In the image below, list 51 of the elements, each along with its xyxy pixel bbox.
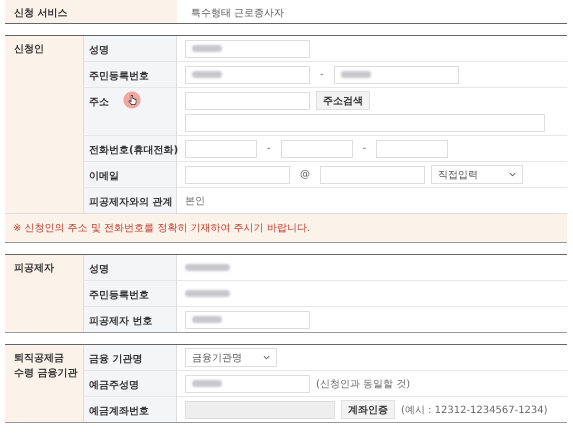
- field-label: 예금주성명: [83, 371, 177, 396]
- separator-text: -: [362, 143, 368, 154]
- input-field[interactable]: [185, 140, 257, 158]
- service-value: 특수형태 근로종사자: [190, 7, 284, 21]
- dropdown[interactable]: 직접입력: [431, 165, 523, 184]
- search-button[interactable]: 주소검색: [316, 91, 370, 110]
- input-field[interactable]: [185, 92, 310, 110]
- blurred-value: [192, 380, 222, 387]
- notice-text: ※ 신청인의 주소 및 전화번호를 정확히 기재하여 주시기 바랍니다.: [5, 213, 567, 242]
- field-label: 피공제자 번호: [83, 307, 177, 332]
- service-label: 신청 서비스: [5, 0, 177, 23]
- field-label: 주민등록번호: [83, 281, 177, 306]
- section-title: 퇴직공제금 수령 금융기관: [14, 352, 78, 381]
- input-field[interactable]: [185, 66, 310, 84]
- blurred-value: [185, 264, 230, 271]
- input-field[interactable]: [334, 66, 459, 84]
- field-label: 전화번호(휴대전화): [83, 136, 177, 161]
- value-text: 본인: [185, 194, 205, 208]
- field-label: 예금계좌번호: [83, 397, 177, 422]
- chevron-down-icon: [509, 172, 516, 177]
- field-label: 피공제자와의 관계: [83, 188, 177, 213]
- section-title: 신청인: [14, 43, 45, 57]
- search-button[interactable]: 계좌인증: [341, 400, 395, 419]
- input-field[interactable]: [185, 400, 335, 418]
- input-field[interactable]: [185, 310, 310, 328]
- separator-text: -: [319, 69, 325, 80]
- input-field[interactable]: [376, 140, 448, 158]
- field-label: 성명: [83, 36, 177, 61]
- blurred-value: [192, 45, 222, 52]
- blurred-value: [192, 71, 222, 78]
- input-field[interactable]: [320, 166, 425, 184]
- section-title: 피공제자: [14, 262, 55, 276]
- field-label: 성명: [83, 255, 177, 280]
- blurred-value: [185, 290, 230, 297]
- value-text: (예시 : 12312-1234567-1234): [401, 404, 548, 416]
- blurred-value: [192, 316, 222, 323]
- blurred-value: [340, 71, 371, 78]
- value-text: (신청인과 동일할 것): [316, 378, 410, 390]
- field-label: 이메일: [83, 162, 177, 187]
- dropdown[interactable]: 금융기관명: [185, 348, 277, 367]
- input-field[interactable]: [185, 114, 545, 132]
- field-label: 주소: [83, 88, 177, 135]
- separator-text: -: [266, 143, 272, 154]
- input-field[interactable]: [185, 40, 310, 58]
- input-field[interactable]: [185, 374, 310, 392]
- field-label: 주민등록번호: [83, 62, 177, 87]
- separator-text: @: [299, 169, 311, 180]
- field-label: 금융 기관명: [83, 345, 177, 370]
- input-field[interactable]: [280, 140, 353, 158]
- chevron-down-icon: [263, 355, 270, 360]
- input-field[interactable]: [185, 166, 290, 184]
